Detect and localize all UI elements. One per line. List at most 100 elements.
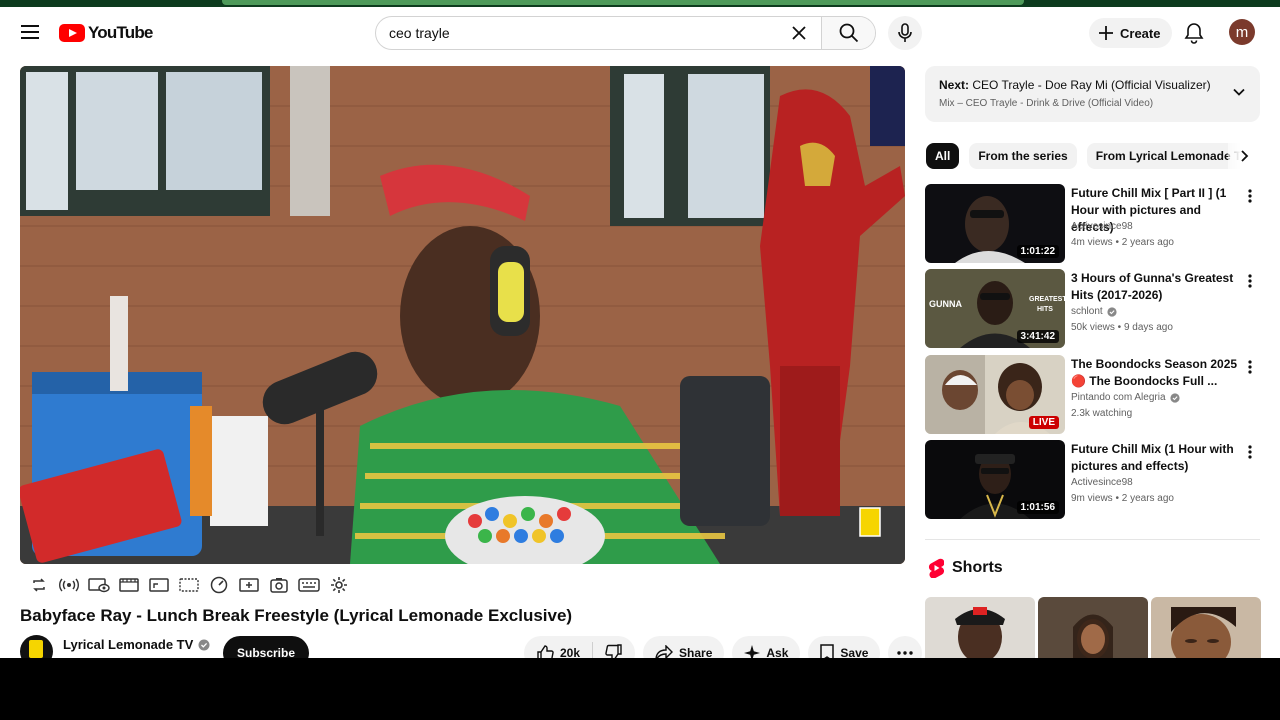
dislike-button[interactable] [593, 636, 635, 658]
recommendation-item[interactable]: 1:01:56 Future Chill Mix (1 Hour with pi… [925, 440, 1260, 520]
shorts-icon [928, 558, 944, 578]
recommendation-item[interactable]: 1:01:22 Future Chill Mix [ Part II ] (1 … [925, 184, 1260, 264]
bookmark-icon [820, 644, 835, 658]
video-title: Babyface Ray - Lunch Break Freestyle (Ly… [20, 606, 573, 625]
duration-badge: 1:01:56 [1016, 501, 1059, 514]
video-thumbnail[interactable]: GUNNA GREATEST HITS 3:41:42 [925, 269, 1065, 348]
next-up-panel[interactable]: Next: CEO Trayle - Doe Ray Mi (Official … [925, 66, 1260, 122]
video-thumbnail[interactable]: 1:01:22 [925, 184, 1065, 263]
like-count: 20k [560, 646, 581, 658]
ask-label: Ask [766, 646, 789, 658]
thumbs-up-icon [537, 645, 554, 658]
broadcast-button[interactable] [58, 575, 80, 595]
logo-text: YouTube [88, 23, 153, 42]
menu-button[interactable] [14, 15, 46, 49]
rec-channel: schlont [1071, 306, 1117, 317]
shorts-header: Shorts [928, 558, 1003, 578]
speed-button[interactable] [208, 575, 230, 595]
chip-from-series[interactable]: From the series [969, 143, 1077, 169]
next-title: CEO Trayle - Doe Ray Mi (Official Visual… [972, 78, 1211, 92]
verified-icon [1169, 392, 1180, 403]
youtube-logo[interactable]: YouTube [59, 23, 153, 43]
player-extension-toolbar [28, 574, 350, 596]
ambient-icon [88, 578, 110, 593]
add-clip-button[interactable] [238, 575, 260, 595]
search-box: ceo trayle [375, 16, 876, 50]
loop-button[interactable] [28, 575, 50, 595]
settings-button[interactable] [328, 575, 350, 595]
short-thumbnail[interactable] [1038, 597, 1148, 658]
plus-icon [1099, 26, 1113, 40]
channel-name: Lyrical Lemonade TV [63, 637, 194, 652]
voice-search-button[interactable] [888, 16, 922, 50]
svg-text:GREATEST: GREATEST [1029, 296, 1065, 303]
rec-menu-button[interactable] [1242, 357, 1258, 377]
channel-avatar[interactable] [20, 635, 53, 658]
search-button[interactable] [821, 17, 875, 49]
masthead: YouTube ceo trayle Create m [0, 7, 1280, 59]
filter-chips: All From the series From Lyrical Lemonad… [926, 143, 1260, 169]
next-label: Next: [939, 78, 970, 92]
subscribe-button[interactable]: Subscribe [223, 636, 310, 658]
subtitles-box-icon [179, 578, 199, 592]
more-vertical-icon [1248, 189, 1252, 203]
browser-top-strip [0, 0, 1280, 7]
duration-badge: 3:41:42 [1016, 330, 1059, 343]
chip-from-channel[interactable]: From Lyrical Lemonade T [1086, 143, 1251, 169]
theater-icon [119, 578, 139, 592]
more-vertical-icon [1248, 274, 1252, 288]
rec-menu-button[interactable] [1242, 271, 1258, 291]
more-actions-button[interactable] [888, 636, 923, 658]
screenshot-icon [270, 578, 288, 593]
keyboard-button[interactable] [298, 575, 320, 595]
create-button[interactable]: Create [1089, 18, 1173, 48]
svg-text:HITS: HITS [1037, 306, 1053, 313]
save-button[interactable]: Save [808, 636, 881, 658]
share-label: Share [679, 646, 713, 658]
rec-title: Future Chill Mix (1 Hour with pictures a… [1071, 442, 1234, 473]
live-badge: LIVE [1028, 416, 1059, 429]
more-horizontal-icon [897, 651, 914, 655]
more-vertical-icon [1248, 445, 1252, 459]
recommendation-item[interactable]: GUNNA GREATEST HITS 3:41:42 3 Hours of Gun… [925, 269, 1260, 349]
channel-name-link[interactable]: Lyrical Lemonade TV [63, 637, 210, 652]
ambient-button[interactable] [88, 575, 110, 595]
rec-stats: 50k views • 9 days ago [1071, 322, 1173, 333]
video-thumbnail[interactable]: LIVE [925, 355, 1065, 434]
recommendation-item[interactable]: LIVE The Boondocks Season 2025 🔴 The Boo… [925, 355, 1260, 435]
search-input[interactable]: ceo trayle [376, 17, 785, 49]
search-icon [839, 23, 858, 43]
short-thumbnail[interactable] [925, 597, 1035, 658]
bell-icon [1184, 23, 1204, 44]
like-button[interactable]: 20k [524, 636, 592, 658]
rec-stats: 2.3k watching [1071, 408, 1133, 419]
rec-menu-button[interactable] [1242, 442, 1258, 462]
broadcast-icon [59, 578, 79, 592]
svg-text:GUNNA: GUNNA [929, 299, 962, 309]
youtube-watch-page: YouTube ceo trayle Create m Babyface Ray… [0, 0, 1280, 658]
chip-all[interactable]: All [926, 143, 960, 169]
short-thumbnail[interactable] [1151, 597, 1261, 658]
ask-button[interactable]: Ask [732, 636, 801, 658]
like-dislike-group: 20k [524, 636, 636, 658]
video-player[interactable] [20, 66, 905, 564]
add-clip-icon [239, 578, 259, 592]
account-avatar[interactable]: m [1229, 19, 1255, 45]
thumbs-down-icon [605, 644, 622, 658]
rec-channel: Activesince98 [1071, 221, 1133, 232]
miniplayer-icon [149, 578, 169, 592]
notifications-button[interactable] [1180, 19, 1208, 47]
share-button[interactable]: Share [643, 636, 725, 658]
clear-search-button[interactable] [785, 17, 813, 49]
chips-next-button[interactable] [1228, 143, 1260, 169]
rec-menu-button[interactable] [1242, 186, 1258, 206]
video-thumbnail[interactable]: 1:01:56 [925, 440, 1065, 519]
theater-button[interactable] [118, 575, 140, 595]
rec-stats: 9m views • 2 years ago [1071, 493, 1174, 504]
subtitles-box-button[interactable] [178, 575, 200, 595]
youtube-play-icon [59, 24, 85, 42]
miniplayer-button[interactable] [148, 575, 170, 595]
share-icon [655, 645, 674, 658]
close-icon [792, 26, 806, 40]
screenshot-button[interactable] [268, 575, 290, 595]
